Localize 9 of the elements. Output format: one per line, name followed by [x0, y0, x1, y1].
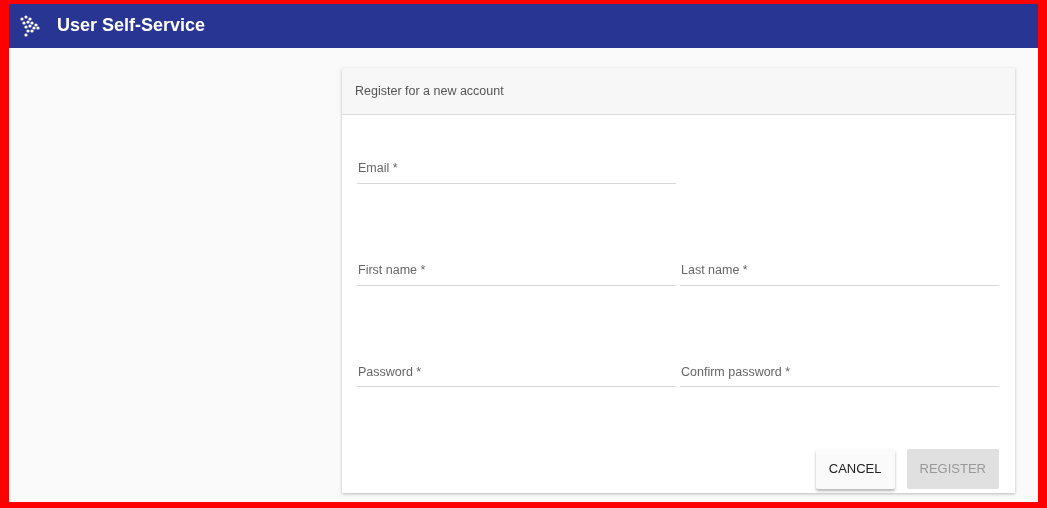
input-field[interactable]: Last name * [680, 256, 999, 286]
logo-icon [19, 15, 41, 37]
app-title: User Self-Service [57, 15, 206, 37]
cancel-button[interactable]: CANCEL [815, 449, 895, 489]
input-field[interactable]: Email * [357, 155, 676, 184]
form-title: Register for a new account [355, 82, 504, 100]
input-field[interactable]: First name * [357, 256, 676, 286]
input-field[interactable]: Confirm password * [680, 358, 999, 388]
input-field[interactable]: Password * [357, 358, 676, 388]
